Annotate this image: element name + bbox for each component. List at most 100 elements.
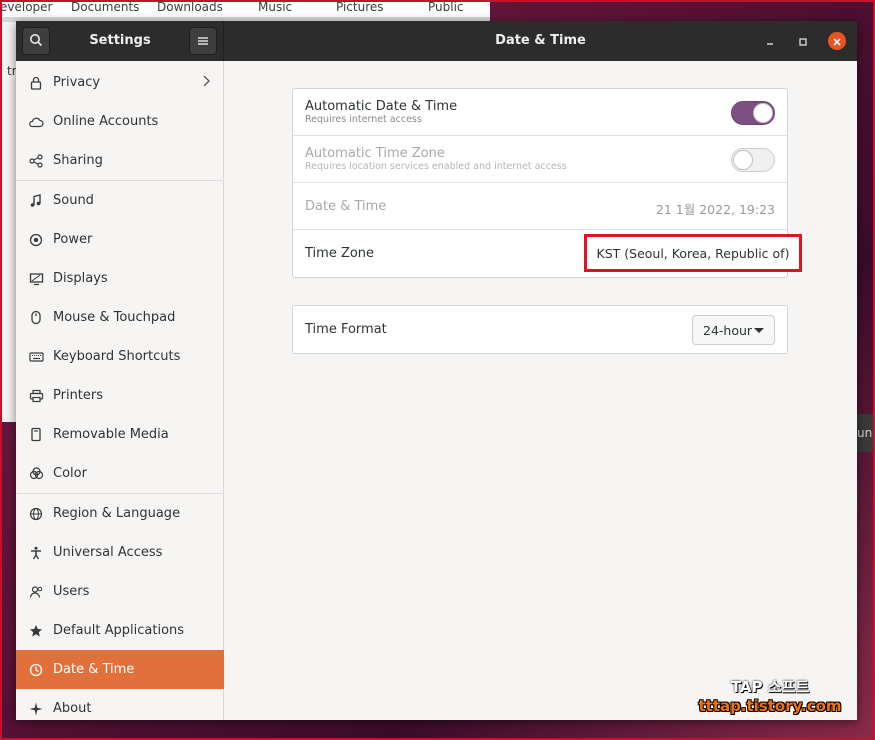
search-icon — [29, 32, 43, 51]
place-music[interactable]: Music — [258, 0, 292, 14]
automatic-time-zone-switch — [731, 148, 775, 172]
sidebar-item-online-accounts[interactable]: Online Accounts — [16, 102, 224, 141]
sidebar-item-label: Printers — [53, 388, 104, 403]
sidebar-item-label: Universal Access — [53, 545, 163, 560]
sidebar-item-label: Mouse & Touchpad — [53, 310, 176, 325]
date-time-panel: Automatic Date & Time Requires internet … — [224, 61, 857, 720]
place-downloads[interactable]: Downloads — [157, 0, 223, 14]
switch-knob — [753, 103, 773, 123]
header-bar: Settings Date & Time — [16, 21, 857, 61]
removable-media-icon — [28, 427, 44, 443]
star-icon — [28, 623, 44, 639]
maximize-button[interactable] — [794, 32, 812, 50]
sidebar-item-users[interactable]: Users — [16, 572, 224, 611]
settings-window: Settings Date & Time Privacy Online Acco… — [16, 21, 857, 720]
row-automatic-date-time: Automatic Date & Time Requires internet … — [293, 89, 787, 136]
automatic-time-zone-label: Automatic Time Zone — [305, 146, 445, 161]
lock-icon — [28, 75, 44, 91]
menu-button[interactable] — [189, 27, 217, 55]
sidebar-item-removable-media[interactable]: Removable Media — [16, 415, 224, 454]
sidebar-item-label: Users — [53, 584, 90, 599]
sidebar-item-label: Default Applications — [53, 623, 185, 638]
chevron-right-icon — [202, 75, 210, 91]
automatic-date-time-subtitle: Requires internet access — [305, 114, 422, 125]
close-button[interactable] — [828, 32, 846, 50]
display-icon — [28, 271, 44, 287]
mouse-icon — [28, 310, 44, 326]
sidebar-item-power[interactable]: Power — [16, 220, 224, 259]
sidebar-item-label: Keyboard Shortcuts — [53, 349, 181, 364]
clock-icon — [28, 662, 44, 678]
keyboard-icon — [28, 349, 44, 365]
switch-knob — [733, 150, 753, 170]
hamburger-icon — [197, 32, 209, 51]
row-automatic-time-zone: Automatic Time Zone Requires location se… — [293, 136, 787, 183]
automatic-date-time-label: Automatic Date & Time — [305, 99, 458, 114]
place-pictures[interactable]: Pictures — [336, 0, 384, 14]
globe-icon — [28, 506, 44, 522]
sidebar-item-mouse-touchpad[interactable]: Mouse & Touchpad — [16, 298, 224, 337]
sidebar-item-privacy[interactable]: Privacy — [16, 63, 224, 102]
close-icon — [832, 32, 842, 51]
maximize-icon — [798, 32, 808, 51]
watermark: TAP 소프트 tttap.tistory.com — [695, 676, 845, 715]
sidebar-item-printers[interactable]: Printers — [16, 376, 224, 415]
minimize-button[interactable] — [761, 32, 779, 50]
time-format-label: Time Format — [305, 322, 387, 337]
sidebar-item-sharing[interactable]: Sharing — [16, 141, 224, 180]
time-zone-value[interactable]: KST (Seoul, Korea, Republic of) — [584, 234, 802, 272]
row-time-format: Time Format 24-hour — [293, 306, 787, 353]
settings-title: Settings — [89, 33, 151, 48]
music-note-icon — [28, 193, 44, 209]
chevron-down-icon — [754, 328, 764, 333]
sidebar-item-label: Sound — [53, 193, 94, 208]
sidebar-item-label: Color — [53, 466, 87, 481]
row-date-time: Date & Time 21 1월 2022, 19:23 — [293, 183, 787, 230]
time-zone-label: Time Zone — [305, 246, 375, 261]
sidebar-item-label: Displays — [53, 271, 108, 286]
time-format-card: Time Format 24-hour — [292, 305, 788, 354]
automatic-time-zone-subtitle: Requires location services enabled and i… — [305, 161, 567, 172]
users-icon — [28, 584, 44, 600]
sidebar-item-label: Power — [53, 232, 93, 247]
places-bar: eveloper Documents Downloads Music Pictu… — [0, 0, 490, 17]
place-public[interactable]: Public — [428, 0, 464, 14]
watermark-line2: tttap.tistory.com — [698, 697, 842, 715]
sidebar-item-label: About — [53, 701, 92, 716]
minimize-icon — [765, 32, 775, 51]
color-icon — [28, 466, 44, 482]
cloud-icon — [28, 114, 44, 130]
sidebar-item-label: Sharing — [53, 153, 103, 168]
date-time-label: Date & Time — [305, 199, 387, 214]
accessibility-icon — [28, 545, 44, 561]
printer-icon — [28, 388, 44, 404]
sidebar-item-label: Privacy — [53, 75, 101, 90]
sidebar-item-color[interactable]: Color — [16, 454, 224, 493]
automatic-date-time-switch[interactable] — [731, 101, 775, 125]
settings-sidebar: Privacy Online Accounts Sharing Sound Po… — [16, 61, 224, 720]
sidebar-item-about[interactable]: About — [16, 689, 224, 728]
time-format-value: 24-hour — [703, 322, 753, 338]
sidebar-item-region-language[interactable]: Region & Language — [16, 494, 224, 533]
date-time-value: 21 1월 2022, 19:23 — [655, 202, 775, 217]
time-format-dropdown[interactable]: 24-hour — [692, 315, 775, 345]
watermark-line1: TAP 소프트 — [730, 678, 810, 696]
place-developer[interactable]: eveloper — [0, 0, 52, 14]
sparkle-icon — [28, 701, 44, 717]
row-time-zone[interactable]: Time Zone KST (Seoul, Korea, Republic of… — [293, 230, 802, 277]
background-window-fragment: un — [857, 414, 875, 452]
search-button[interactable] — [22, 27, 50, 55]
sidebar-item-keyboard-shortcuts[interactable]: Keyboard Shortcuts — [16, 337, 224, 376]
sidebar-item-universal-access[interactable]: Universal Access — [16, 533, 224, 572]
place-documents[interactable]: Documents — [71, 0, 139, 14]
sidebar-item-date-time[interactable]: Date & Time — [16, 650, 224, 689]
sidebar-item-label: Region & Language — [53, 506, 181, 521]
header-left: Settings — [16, 21, 224, 61]
sidebar-item-displays[interactable]: Displays — [16, 259, 224, 298]
sidebar-item-sound[interactable]: Sound — [16, 181, 224, 220]
sidebar-item-label: Date & Time — [53, 662, 135, 677]
share-icon — [28, 153, 44, 169]
sidebar-item-label: Online Accounts — [53, 114, 159, 129]
sidebar-item-label: Removable Media — [53, 427, 169, 442]
sidebar-item-default-applications[interactable]: Default Applications — [16, 611, 224, 650]
